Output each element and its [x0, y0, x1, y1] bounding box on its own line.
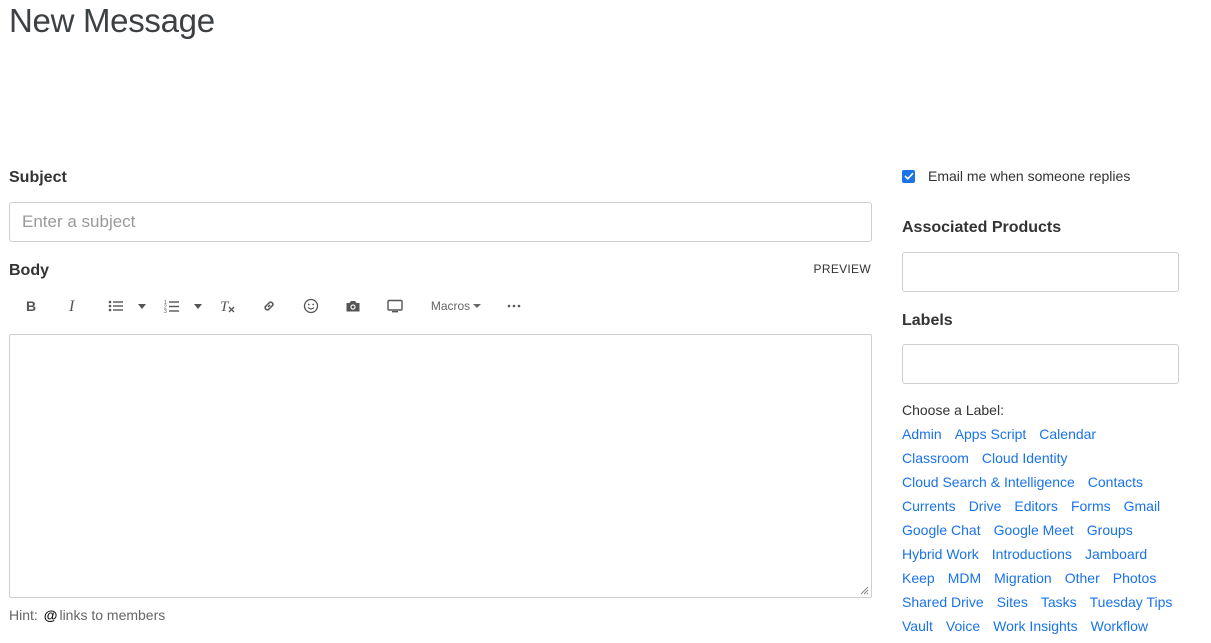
page-title: New Message: [9, 2, 215, 39]
body-editor[interactable]: [9, 334, 872, 598]
bulleted-list-icon[interactable]: [107, 292, 125, 320]
labels-input[interactable]: [902, 344, 1179, 384]
label-link[interactable]: Contacts: [1088, 474, 1143, 490]
subject-label: Subject: [9, 169, 67, 186]
email-replies-label: Email me when someone replies: [928, 168, 1131, 184]
more-icon[interactable]: [505, 292, 523, 320]
macros-label: Macros: [430, 299, 471, 313]
label-link[interactable]: Tasks: [1041, 594, 1077, 610]
label-choices: Admin Apps Script Calendar Classroom Cloud I…: [902, 422, 1192, 638]
label-row: Currents Drive Editors Forms Gmail: [902, 494, 1192, 518]
camera-icon[interactable]: [344, 292, 362, 320]
label-link[interactable]: Other: [1065, 570, 1100, 586]
associated-products-label: Associated Products: [902, 219, 1062, 236]
label-row: Google Chat Google Meet Groups: [902, 518, 1192, 542]
label-link[interactable]: MDM: [948, 570, 981, 586]
label-link[interactable]: Tuesday Tips: [1090, 594, 1173, 610]
associated-products-input[interactable]: [902, 252, 1179, 292]
label-link[interactable]: Voice: [946, 618, 980, 634]
label-row: Vault Voice Work Insights Workflow: [902, 614, 1192, 638]
label-link[interactable]: Vault: [902, 618, 933, 634]
bold-icon[interactable]: B: [23, 292, 39, 320]
svg-text:I: I: [68, 299, 75, 313]
numbered-list-icon[interactable]: 123: [163, 292, 181, 320]
label-link[interactable]: Currents: [902, 498, 956, 514]
label-link[interactable]: Google Meet: [994, 522, 1074, 538]
choose-label-text: Choose a Label:: [902, 402, 1004, 418]
label-link[interactable]: Forms: [1071, 498, 1111, 514]
label-link[interactable]: Keep: [902, 570, 935, 586]
bulleted-list-dropdown-icon[interactable]: [136, 292, 148, 320]
label-link[interactable]: Workflow: [1091, 618, 1148, 634]
label-link[interactable]: Google Chat: [902, 522, 981, 538]
label-row: Keep MDM Migration Other Photos: [902, 566, 1192, 590]
label-link[interactable]: Apps Script: [955, 426, 1027, 442]
hint-text: Hint: @ links to members: [9, 607, 165, 623]
label-link[interactable]: Admin: [902, 426, 942, 442]
email-replies-option[interactable]: Email me when someone replies: [902, 168, 1130, 184]
resize-handle-icon[interactable]: [860, 586, 869, 595]
label-link[interactable]: Drive: [969, 498, 1002, 514]
label-row: Classroom Cloud Identity: [902, 446, 1192, 470]
label-link[interactable]: Calendar: [1039, 426, 1096, 442]
editor-toolbar: B I 123 T Macros: [9, 292, 872, 320]
preview-button[interactable]: PREVIEW: [814, 262, 871, 276]
label-link[interactable]: Cloud Search & Intelligence: [902, 474, 1075, 490]
label-row: Cloud Search & Intelligence Contacts: [902, 470, 1192, 494]
hint-description: links to members: [59, 607, 166, 623]
hint-prefix: Hint:: [9, 607, 38, 623]
macros-dropdown[interactable]: Macros: [429, 292, 483, 320]
chevron-down-icon: [473, 304, 482, 308]
label-link[interactable]: Jamboard: [1085, 546, 1147, 562]
svg-text:T: T: [220, 299, 230, 313]
link-icon[interactable]: [260, 292, 278, 320]
label-link[interactable]: Sites: [997, 594, 1028, 610]
label-link[interactable]: Shared Drive: [902, 594, 984, 610]
label-row: Admin Apps Script Calendar: [902, 422, 1192, 446]
label-row: Shared Drive Sites Tasks Tuesday Tips: [902, 590, 1192, 614]
label-link[interactable]: Groups: [1087, 522, 1133, 538]
label-row: Hybrid Work Introductions Jamboard: [902, 542, 1192, 566]
label-link[interactable]: Photos: [1113, 570, 1157, 586]
body-label: Body: [9, 262, 49, 279]
label-link[interactable]: Editors: [1014, 498, 1058, 514]
emoji-icon[interactable]: [302, 292, 320, 320]
label-link[interactable]: Introductions: [992, 546, 1072, 562]
checkmark-icon: [903, 172, 914, 180]
label-link[interactable]: Cloud Identity: [982, 450, 1068, 466]
label-link[interactable]: Work Insights: [993, 618, 1078, 634]
label-link[interactable]: Migration: [994, 570, 1052, 586]
labels-label: Labels: [902, 312, 953, 329]
italic-icon[interactable]: I: [65, 292, 81, 320]
monitor-icon[interactable]: [386, 292, 404, 320]
email-replies-checkbox[interactable]: [902, 169, 915, 183]
label-link[interactable]: Gmail: [1124, 498, 1161, 514]
clear-formatting-icon[interactable]: T: [219, 292, 237, 320]
subject-input[interactable]: [9, 202, 872, 242]
label-link[interactable]: Hybrid Work: [902, 546, 979, 562]
label-link[interactable]: Classroom: [902, 450, 969, 466]
svg-text:3: 3: [164, 309, 167, 313]
numbered-list-dropdown-icon[interactable]: [192, 292, 204, 320]
at-symbol: @: [43, 607, 58, 623]
svg-text:B: B: [26, 299, 36, 313]
